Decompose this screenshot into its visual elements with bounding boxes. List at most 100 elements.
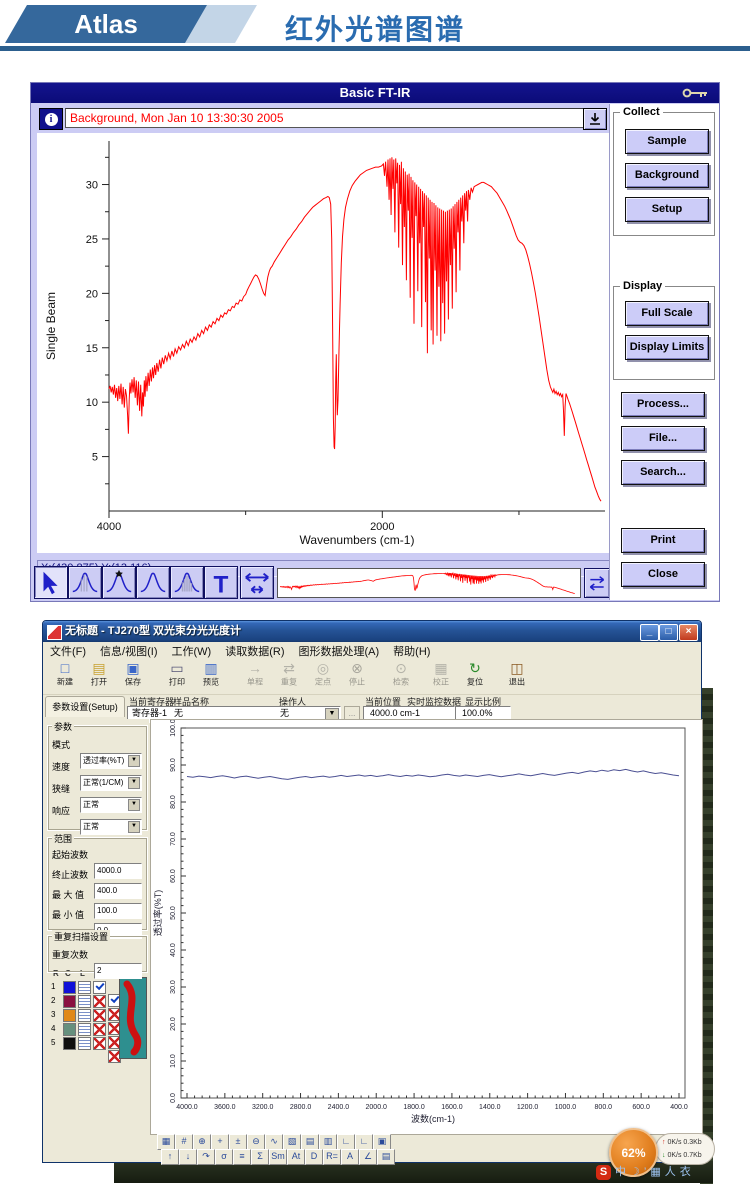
pinyin-mode-icon[interactable]: 中 bbox=[615, 1164, 626, 1180]
bottom-button-close[interactable]: Close bbox=[621, 562, 705, 587]
register-display-checkbox[interactable] bbox=[93, 1023, 106, 1036]
ftir-titlebar[interactable]: Basic FT-IR bbox=[31, 83, 719, 103]
dropdown-arrow-icon bbox=[588, 111, 602, 127]
toolbar-exit-button[interactable]: ◫退出 bbox=[501, 660, 533, 692]
ratio-tool-button[interactable]: R= bbox=[323, 1149, 341, 1165]
collect-button-sample[interactable]: Sample bbox=[625, 129, 709, 154]
report-tool-button[interactable]: ▤ bbox=[301, 1134, 319, 1150]
collect-button-setup[interactable]: Setup bbox=[625, 197, 709, 222]
close-button[interactable]: × bbox=[679, 624, 698, 641]
maximize-button[interactable]: □ bbox=[659, 624, 678, 641]
register-color-swatch[interactable] bbox=[63, 1023, 76, 1036]
toolbar-printer-button[interactable]: ▭打印 bbox=[161, 660, 193, 692]
punctuation-mode-icon[interactable]: ’ bbox=[644, 1164, 646, 1180]
spectrum-dropdown-button[interactable] bbox=[583, 108, 607, 130]
angle-tool-button[interactable]: ∠ bbox=[359, 1149, 377, 1165]
menu-item-5[interactable]: 帮助(H) bbox=[386, 642, 437, 660]
skin-icon[interactable]: 衣 bbox=[680, 1164, 691, 1180]
network-monitor[interactable]: ↑ 0K/s 0.3Kb↓ 0K/s 0.7Kb bbox=[655, 1133, 715, 1165]
menu-item-0[interactable]: 文件(F) bbox=[43, 642, 93, 660]
up-tool-button[interactable]: ↑ bbox=[161, 1149, 179, 1165]
grid-tool-button[interactable]: ▦ bbox=[157, 1134, 175, 1150]
register-linestyle-swatch[interactable] bbox=[78, 1037, 91, 1050]
peak-fill-button[interactable] bbox=[170, 566, 204, 599]
sogou-logo-icon[interactable]: S bbox=[596, 1165, 611, 1180]
redo-tool-button[interactable]: ↷ bbox=[197, 1149, 215, 1165]
register-color-swatch[interactable] bbox=[63, 995, 76, 1008]
scale-tool-button[interactable]: ± bbox=[229, 1134, 247, 1150]
minimize-button[interactable]: _ bbox=[640, 624, 659, 641]
param-value-响应[interactable]: 正常▼ bbox=[80, 819, 142, 835]
bottom-button-print[interactable]: Print bbox=[621, 528, 705, 553]
menu-item-1[interactable]: 信息/视图(I) bbox=[93, 642, 164, 660]
spectro-titlebar[interactable]: 无标题 - TJ270型 双光束分光光度计 _ □ × bbox=[43, 621, 701, 642]
menu-item-2[interactable]: 工作(W) bbox=[165, 642, 219, 660]
info-icon[interactable]: i bbox=[39, 108, 63, 130]
register-linestyle-swatch[interactable] bbox=[78, 1023, 91, 1036]
spectrum-selector[interactable]: Background, Mon Jan 10 13:30:30 2005 bbox=[65, 108, 585, 128]
register-display-checkbox[interactable] bbox=[93, 995, 106, 1008]
register-display-checkbox[interactable] bbox=[93, 981, 106, 994]
zoom-in-tool-button[interactable]: ⊕ bbox=[193, 1134, 211, 1150]
lines-tool-button[interactable]: ≡ bbox=[233, 1149, 251, 1165]
chart-corner-tool-button[interactable]: ∟ bbox=[337, 1134, 355, 1150]
wave-tool-button[interactable]: ∿ bbox=[265, 1134, 283, 1150]
moon-mode-icon[interactable]: ☽ bbox=[630, 1164, 640, 1180]
toolbar-open-folder-button[interactable]: ▤打开 bbox=[83, 660, 115, 692]
combo-arrow-icon[interactable]: ▼ bbox=[128, 821, 140, 833]
wave-tool-icon: ∿ bbox=[270, 1136, 278, 1146]
display-button-display-limits[interactable]: Display Limits bbox=[625, 335, 709, 360]
action-button-process-[interactable]: Process... bbox=[621, 392, 705, 417]
derivative-tool-button[interactable]: D bbox=[305, 1149, 323, 1165]
menu-item-3[interactable]: 读取数据(R) bbox=[218, 642, 291, 660]
tab-setup[interactable]: 参数设置(Setup) bbox=[45, 696, 125, 717]
chart-corner2-tool-button[interactable]: ∟ bbox=[355, 1134, 373, 1150]
toolbar-save-floppy-button[interactable]: ▣保存 bbox=[117, 660, 149, 692]
register-linestyle-swatch[interactable] bbox=[78, 981, 91, 994]
register-display-checkbox[interactable] bbox=[93, 1037, 106, 1050]
select-cursor-button[interactable] bbox=[34, 566, 68, 599]
toolbar-preview-button[interactable]: ▥预览 bbox=[195, 660, 227, 692]
register-color-swatch[interactable] bbox=[63, 1037, 76, 1050]
toolbar-new-doc-button[interactable]: □新建 bbox=[49, 660, 81, 692]
table-tool-button[interactable]: ▤ bbox=[377, 1149, 395, 1165]
text-tool-button[interactable]: T bbox=[204, 566, 238, 599]
swap-arrows-button[interactable] bbox=[584, 568, 610, 598]
pan-tool-button[interactable]: + bbox=[211, 1134, 229, 1150]
action-button-search-[interactable]: Search... bbox=[621, 460, 705, 485]
down-tool-button[interactable]: ↓ bbox=[179, 1149, 197, 1165]
peak-height-button[interactable] bbox=[68, 566, 102, 599]
ftir-plot-area[interactable]: 5101520253040002000Wavenumbers (cm-1)Sin… bbox=[37, 133, 611, 553]
crosshair-tool-button[interactable]: # bbox=[175, 1134, 193, 1150]
register-linestyle-swatch[interactable] bbox=[78, 995, 91, 1008]
collect-button-background[interactable]: Background bbox=[625, 163, 709, 188]
smooth-tool-button[interactable]: Sm bbox=[269, 1149, 287, 1165]
register-linestyle-swatch[interactable] bbox=[78, 1009, 91, 1022]
cells-tool-button[interactable]: ▥ bbox=[319, 1134, 337, 1150]
peak-pick-button[interactable] bbox=[102, 566, 136, 599]
menu-item-4[interactable]: 图形数据处理(A) bbox=[292, 642, 387, 660]
preview-icon: ▥ bbox=[195, 660, 227, 677]
soft-keyboard-icon[interactable]: ▦ bbox=[650, 1164, 660, 1180]
image-tool-button[interactable]: ▧ bbox=[283, 1134, 301, 1150]
peak-area-button[interactable] bbox=[136, 566, 170, 599]
action-button-file-[interactable]: File... bbox=[621, 426, 705, 451]
param-value-重复次数[interactable]: 2 bbox=[94, 963, 142, 979]
sum-tool-button[interactable]: Σ bbox=[251, 1149, 269, 1165]
main-toolbar: □新建▤打开▣保存▭打印▥预览→单程⇄重复◎定点⊗停止⊙检索▦校正↻复位◫退出 bbox=[43, 659, 701, 695]
toolbar-reset-button[interactable]: ↻复位 bbox=[459, 660, 491, 692]
register-color-swatch[interactable] bbox=[63, 981, 76, 994]
zoom-out-tool-button[interactable]: ⊖ bbox=[247, 1134, 265, 1150]
panel-tool-button[interactable]: ▣ bbox=[373, 1134, 391, 1150]
register-display-checkbox[interactable] bbox=[93, 1009, 106, 1022]
expand-horizontal-button[interactable] bbox=[240, 566, 274, 599]
scan-plot-area[interactable]: 100.090.080.070.060.050.040.030.020.010.… bbox=[150, 719, 703, 1135]
total-value: 0.7Kb bbox=[683, 1152, 701, 1159]
label-tool-button[interactable]: A bbox=[341, 1149, 359, 1165]
person-icon[interactable]: 人 bbox=[665, 1164, 676, 1180]
atten-tool-button[interactable]: At bbox=[287, 1149, 305, 1165]
display-button-full-scale[interactable]: Full Scale bbox=[625, 301, 709, 326]
sigma-tool-button[interactable]: σ bbox=[215, 1149, 233, 1165]
spectrum-minimap[interactable] bbox=[277, 568, 581, 598]
register-color-swatch[interactable] bbox=[63, 1009, 76, 1022]
